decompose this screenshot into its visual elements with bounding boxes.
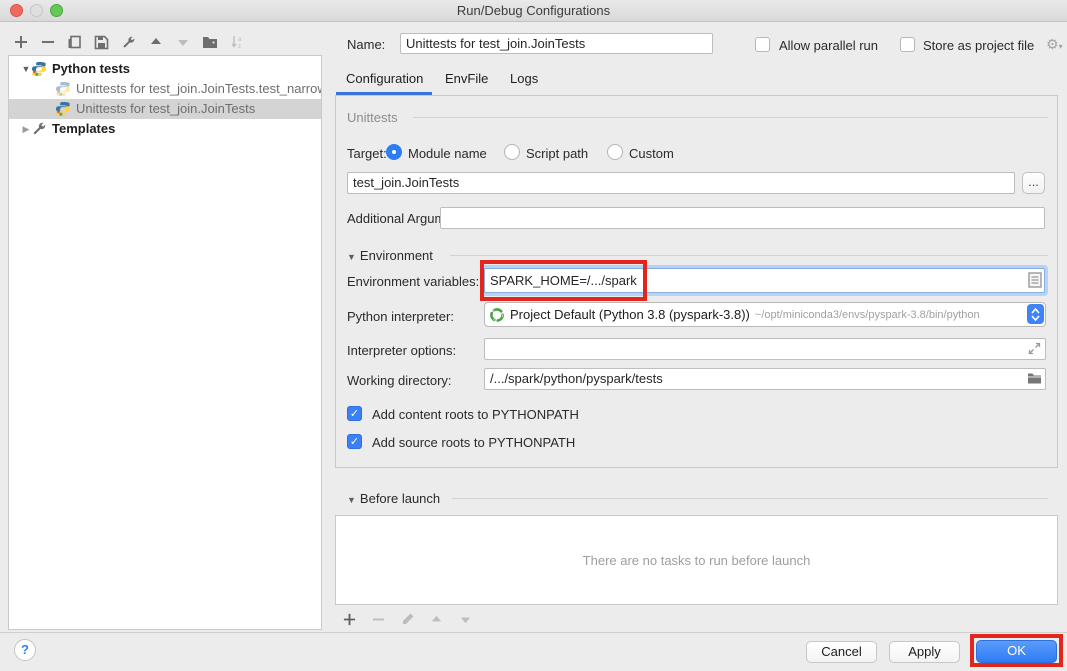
add-content-roots-checkbox[interactable]: ✓ [347,406,362,421]
allow-parallel-run-checkbox[interactable] [755,37,770,52]
tab-logs[interactable]: Logs [510,71,538,86]
interpreter-select-stepper-icon[interactable] [1027,304,1044,324]
tree-item-label: Unittests for test_join.JoinTests.test_n… [76,79,322,99]
add-content-roots-label: Add content roots to PYTHONPATH [372,407,579,422]
edit-templates-icon[interactable] [120,34,137,51]
configurations-tree: ▼ Python tests Unittests for test_join.J… [8,55,322,630]
name-label: Name: [347,37,385,52]
remove-configuration-icon[interactable] [39,34,56,51]
tab-configuration[interactable]: Configuration [346,71,423,86]
before-launch-rule [452,498,1048,499]
python-test-icon [55,81,71,97]
environment-variables-label: Environment variables: [347,274,479,289]
run-debug-configurations-dialog: Run/Debug Configurations az [0,0,1067,671]
expand-triangle-icon[interactable]: ▶ [21,119,31,139]
working-directory-input[interactable]: /.../spark/python/pyspark/tests [484,368,1046,390]
radio-module-name-label: Module name [408,146,487,161]
unittests-group-rule [413,117,1048,118]
allow-parallel-run-label: Allow parallel run [779,38,878,53]
python-test-icon [55,101,71,117]
interpreter-path: ~/opt/miniconda3/envs/pyspark-3.8/bin/py… [755,309,980,321]
add-source-roots-label: Add source roots to PYTHONPATH [372,435,575,450]
remove-task-icon [370,611,387,628]
add-task-icon[interactable] [341,611,358,628]
save-configuration-icon[interactable] [93,34,110,51]
radio-script-path-label: Script path [526,146,588,161]
before-launch-section-header[interactable]: ▼ Before launch [347,491,440,506]
tree-item-label: Unittests for test_join.JoinTests [76,99,255,119]
help-button[interactable]: ? [14,639,36,661]
gear-icon[interactable]: ⚙︎▾ [1046,36,1063,53]
additional-arguments-input[interactable] [440,207,1045,229]
tree-toolbar: az [12,32,245,52]
move-down-icon [174,34,191,51]
python-tests-icon [31,61,47,77]
apply-button[interactable]: Apply [889,641,960,663]
env-vars-editor-icon[interactable] [1028,272,1042,288]
radio-module-name[interactable] [386,144,402,160]
tree-item-label: Python tests [52,59,130,79]
environment-section-rule [450,255,1048,256]
collapse-triangle-icon: ▼ [347,252,356,262]
move-up-icon[interactable] [147,34,164,51]
before-launch-toolbar [341,610,474,628]
target-label: Target: [347,146,387,161]
window-title: Run/Debug Configurations [0,3,1067,18]
interpreter-options-input[interactable] [484,338,1046,360]
sort-configurations-icon: az [228,34,245,51]
python-interpreter-select[interactable]: Project Default (Python 3.8 (pyspark-3.8… [484,302,1046,327]
collapse-triangle-icon[interactable]: ▼ [21,59,31,79]
store-as-project-file-checkbox[interactable] [900,37,915,52]
expand-field-icon[interactable] [1028,342,1041,355]
tab-envfile[interactable]: EnvFile [445,71,488,86]
environment-section-header[interactable]: ▼ Environment [347,248,433,263]
footer-separator [0,632,1067,633]
add-configuration-icon[interactable] [12,34,29,51]
environment-variables-field-focus-ring: SPARK_HOME=/.../spark [481,265,1048,296]
move-task-up-icon [428,611,445,628]
module-name-input[interactable]: test_join.JoinTests [347,172,1015,194]
ok-button[interactable]: OK [976,640,1057,663]
interpreter-options-label: Interpreter options: [347,343,456,358]
add-source-roots-checkbox[interactable]: ✓ [347,434,362,449]
environment-variables-input[interactable]: SPARK_HOME=/.../spark [484,268,1045,293]
tree-item-python-tests[interactable]: ▼ Python tests [9,59,321,79]
folder-icon[interactable] [1027,372,1042,385]
edit-task-icon [399,611,416,628]
titlebar: Run/Debug Configurations [0,0,1067,22]
tree-item-jointests-selected[interactable]: Unittests for test_join.JoinTests [9,99,321,119]
working-directory-label: Working directory: [347,373,452,388]
tree-item-templates[interactable]: ▶ Templates [9,119,321,139]
svg-text:a: a [238,37,242,43]
templates-wrench-icon [31,121,47,137]
before-launch-task-list: There are no tasks to run before launch [335,515,1058,605]
conda-interpreter-icon [489,307,505,323]
python-interpreter-label: Python interpreter: [347,309,454,324]
before-launch-empty-text: There are no tasks to run before launch [583,553,811,568]
interpreter-name: Project Default (Python 3.8 (pyspark-3.8… [510,307,750,322]
name-input[interactable]: Unittests for test_join.JoinTests [400,33,713,54]
tree-item-label: Templates [52,119,115,139]
radio-custom[interactable] [607,144,623,160]
cancel-button[interactable]: Cancel [806,641,877,663]
browse-button[interactable]: ... [1022,172,1045,194]
store-as-project-file-label: Store as project file [923,38,1034,53]
copy-configuration-icon[interactable] [66,34,83,51]
collapse-triangle-icon: ▼ [347,495,356,505]
before-launch-label: Before launch [360,491,440,506]
tree-item-test-narrow[interactable]: Unittests for test_join.JoinTests.test_n… [9,79,321,99]
move-task-down-icon [457,611,474,628]
unittests-group-label: Unittests [347,110,398,125]
radio-script-path[interactable] [504,144,520,160]
svg-text:z: z [238,44,241,49]
environment-section-label: Environment [360,248,433,263]
radio-custom-label: Custom [629,146,674,161]
new-folder-icon[interactable] [201,34,218,51]
